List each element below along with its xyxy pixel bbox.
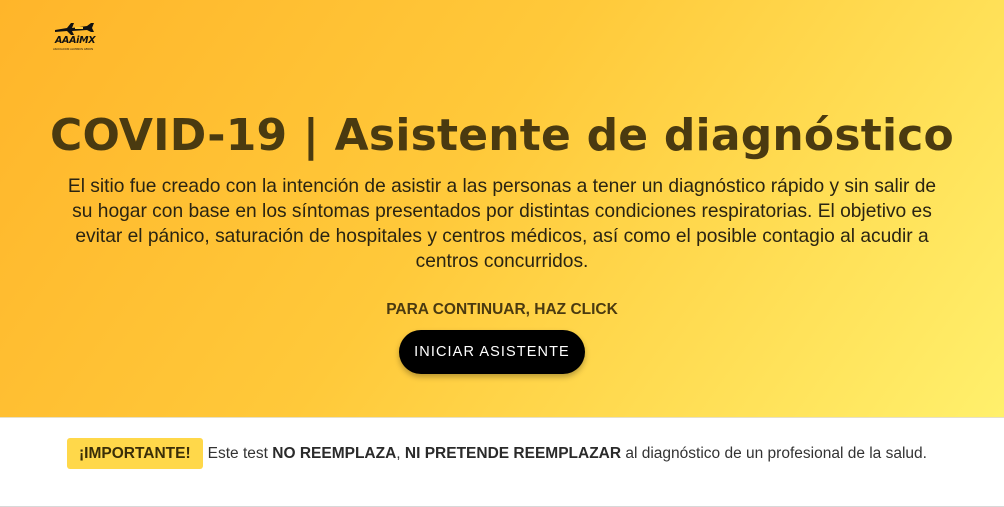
page-title: COVID-19 | Asistente de diagnóstico [50,110,954,161]
notice-bold-2: NI PRETENDE REEMPLAZAR [404,444,622,462]
airplane-icon [55,23,94,35]
notice-text-after: al diagnóstico de un profesional de la s… [625,444,927,462]
notice-separator: , [396,444,401,462]
hero-section: AAAiMX ASOCIACIÓN ALUMNOS AERONÁUTICA CO… [0,0,1004,418]
start-assistant-button[interactable]: INICIAR ASISTENTE [399,330,585,374]
continue-label: PARA CONTINUAR, HAZ CLICK [386,301,618,318]
important-notice: ¡IMPORTANTE! Este test NO REEMPLAZA, NI … [67,438,927,469]
hero-description: El sitio fue creado con la intención de … [67,176,937,272]
notice-section: ¡IMPORTANTE! Este test NO REEMPLAZA, NI … [0,418,1004,507]
logo-text: AAAiMX [55,35,96,46]
notice-bold-1: NO REEMPLAZA [272,444,397,462]
notice-text-before: Este test [207,444,268,462]
important-badge: ¡IMPORTANTE! [67,438,203,469]
logo-tagline: ASOCIACIÓN ALUMNOS AERONÁUTICA [53,48,93,51]
site-logo[interactable]: AAAiMX ASOCIACIÓN ALUMNOS AERONÁUTICA [53,22,96,54]
